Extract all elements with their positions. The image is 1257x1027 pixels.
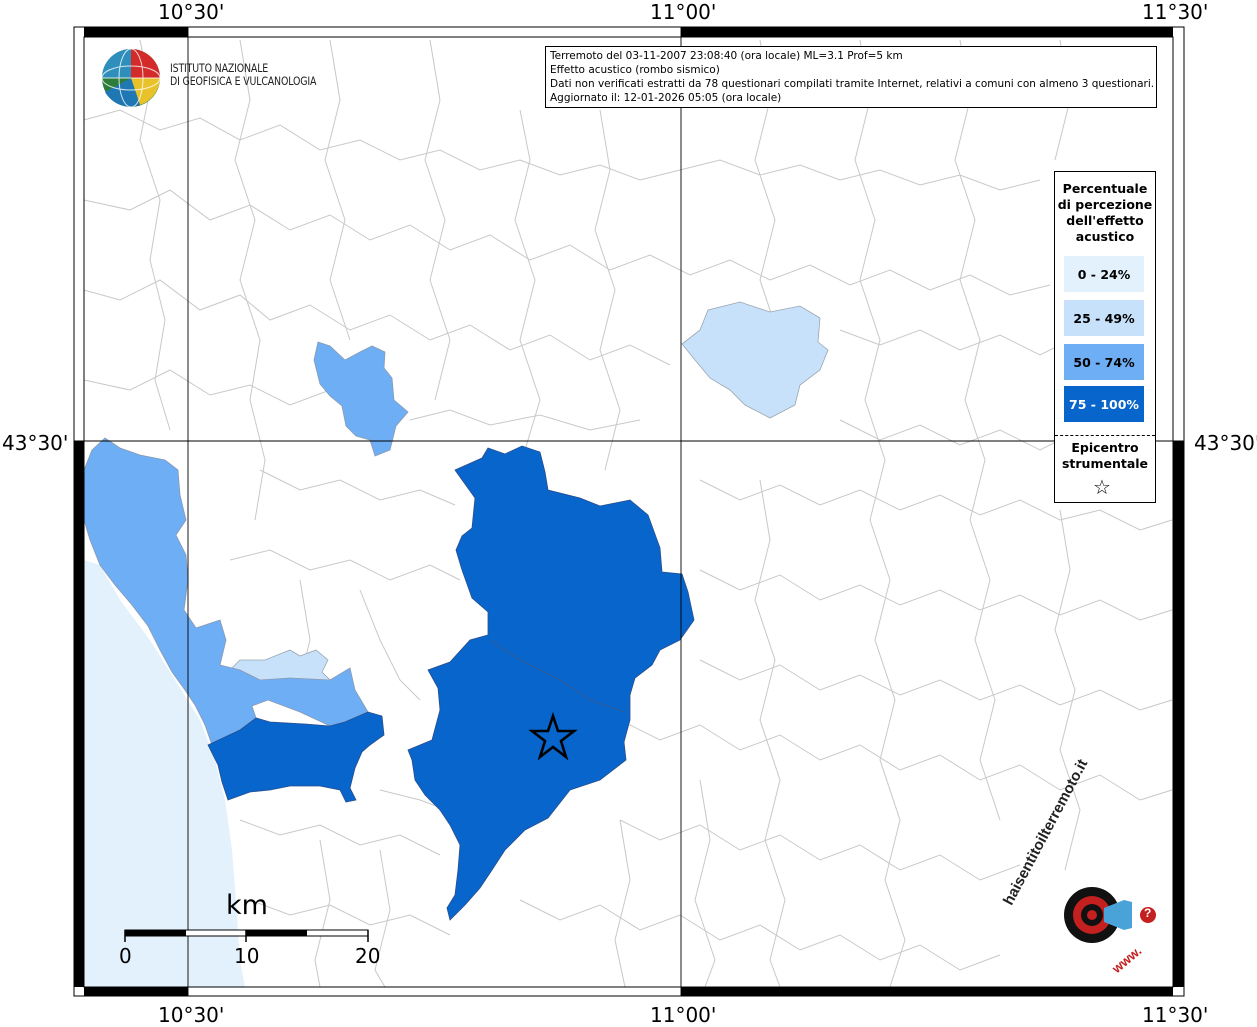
legend-swatch-75-100: 75 - 100% [1064,386,1144,422]
legend-divider [1055,435,1155,436]
event-info-box: Terremoto del 03-11-2007 23:08:40 (ora l… [545,46,1157,108]
legend-swatch-label: 75 - 100% [1069,396,1139,412]
event-info-line2: Effetto acustico (rombo sismico) [550,64,720,76]
lat-label-left: 43°30' [2,431,69,455]
event-info-line4: Aggiornato il: 12-01-2026 05:05 (ora loc… [550,92,782,104]
legend-title-line: dell'effetto [1066,213,1144,228]
legend-epicenter-line: strumentale [1061,456,1149,471]
legend-title-line: Percentuale [1062,181,1148,196]
legend-swatch-label: 25 - 49% [1073,310,1135,326]
legend: Percentuale di percezione dell'effetto a… [1054,171,1156,503]
legend-epicenter-line: Epicentro [1071,440,1139,455]
legend-title: Percentuale di percezione dell'effetto a… [1055,181,1155,245]
legend-epicenter-title: Epicentro strumentale [1055,440,1155,472]
watermark-question-badge: ? [1144,906,1152,920]
lon-label-top-1100: 11°00' [650,0,717,24]
legend-swatch-25-49: 25 - 49% [1064,300,1144,336]
intensity-map [73,26,1185,997]
scale-tick-20: 20 [355,944,381,968]
lon-label-top-1030: 10°30' [158,0,225,24]
lon-label-top-1130: 11°30' [1142,0,1209,24]
legend-swatch-0-24: 0 - 24% [1064,256,1144,292]
legend-epicenter-star-icon: ☆ [1093,475,1111,499]
ingv-org-line2: DI GEOFISICA E VULCANOLOGIA [170,74,317,88]
ingv-org-name: ISTITUTO NAZIONALE DI GEOFISICA E VULCAN… [170,62,316,88]
lon-label-bottom-1100: 11°00' [650,1003,717,1027]
scale-tick-10: 10 [234,944,260,968]
legend-swatch-label: 0 - 24% [1077,266,1131,282]
legend-swatch-50-74: 50 - 74% [1064,344,1144,380]
legend-title-line: di percezione [1057,197,1153,212]
legend-title-line: acustico [1075,229,1135,244]
lon-label-bottom-1130: 11°30' [1142,1003,1209,1027]
lat-label-right: 43°30' [1194,431,1257,455]
legend-swatch-label: 50 - 74% [1073,354,1135,370]
event-info-line3: Dati non verificati estratti da 78 quest… [550,78,1155,90]
scale-tick-0: 0 [119,944,132,968]
scale-unit: km [226,890,268,921]
lon-label-bottom-1030: 10°30' [158,1003,225,1027]
ingv-globe-logo [101,48,161,108]
event-info-line1: Terremoto del 03-11-2007 23:08:40 (ora l… [550,50,903,62]
